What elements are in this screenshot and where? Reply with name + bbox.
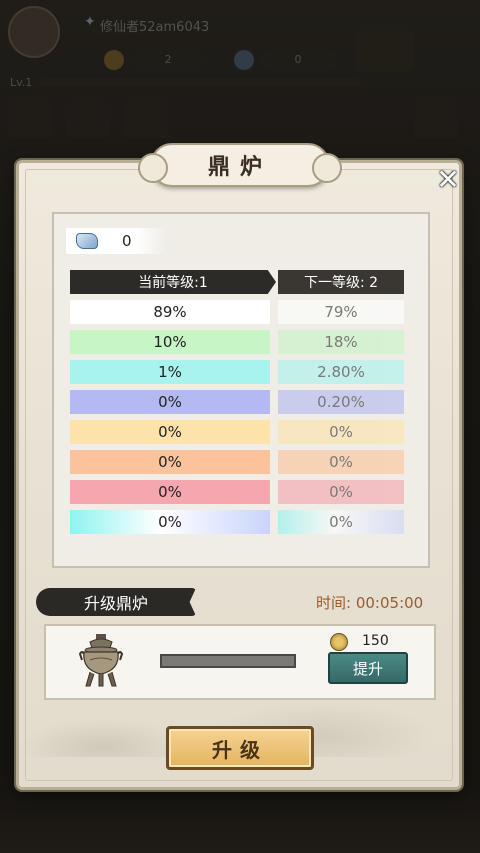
rate-current-4: 0% bbox=[70, 390, 270, 414]
rate-current-8: 0% bbox=[70, 510, 270, 534]
gem-icon bbox=[76, 233, 98, 249]
upgrade-timer: 时间: 00:05:00 bbox=[316, 592, 423, 613]
upgrade-section-label: 升级鼎炉 bbox=[36, 588, 196, 616]
rate-next-6: 0% bbox=[278, 450, 404, 474]
timer-label: 时间: bbox=[316, 594, 352, 612]
bottom-bar bbox=[0, 783, 480, 853]
timer-value: 00:05:00 bbox=[355, 594, 424, 612]
rate-current-6: 0% bbox=[70, 450, 270, 474]
rate-next-5: 0% bbox=[278, 420, 404, 444]
censer-icon bbox=[78, 634, 124, 687]
rate-current-5: 0% bbox=[70, 420, 270, 444]
rate-current-1: 89% bbox=[70, 300, 270, 324]
rate-next-8: 0% bbox=[278, 510, 404, 534]
rate-next-4: 0.20% bbox=[278, 390, 404, 414]
current-level-header: 当前等级:1 bbox=[70, 270, 276, 294]
coin-icon bbox=[330, 633, 348, 651]
boost-button[interactable]: 提升 bbox=[328, 652, 408, 684]
close-x-icon: ✕ bbox=[436, 163, 460, 196]
rate-current-7: 0% bbox=[70, 480, 270, 504]
upgrade-cost: 150 bbox=[362, 633, 389, 649]
rate-current-2: 10% bbox=[70, 330, 270, 354]
rate-next-1: 79% bbox=[278, 300, 404, 324]
next-level-header: 下一等级: 2 bbox=[278, 270, 404, 294]
gem-badge: 0 bbox=[66, 228, 166, 254]
panel-title-plaque: 鼎炉 bbox=[138, 143, 342, 187]
rate-next-2: 18% bbox=[278, 330, 404, 354]
upgrade-button[interactable]: 升级 bbox=[166, 726, 314, 770]
close-button[interactable]: ✕ bbox=[434, 166, 462, 194]
rate-next-3: 2.80% bbox=[278, 360, 404, 384]
panel-title: 鼎炉 bbox=[207, 154, 272, 180]
upgrade-progress-bar bbox=[160, 654, 296, 668]
gem-count: 0 bbox=[122, 232, 132, 250]
rate-next-7: 0% bbox=[278, 480, 404, 504]
rate-current-3: 1% bbox=[70, 360, 270, 384]
